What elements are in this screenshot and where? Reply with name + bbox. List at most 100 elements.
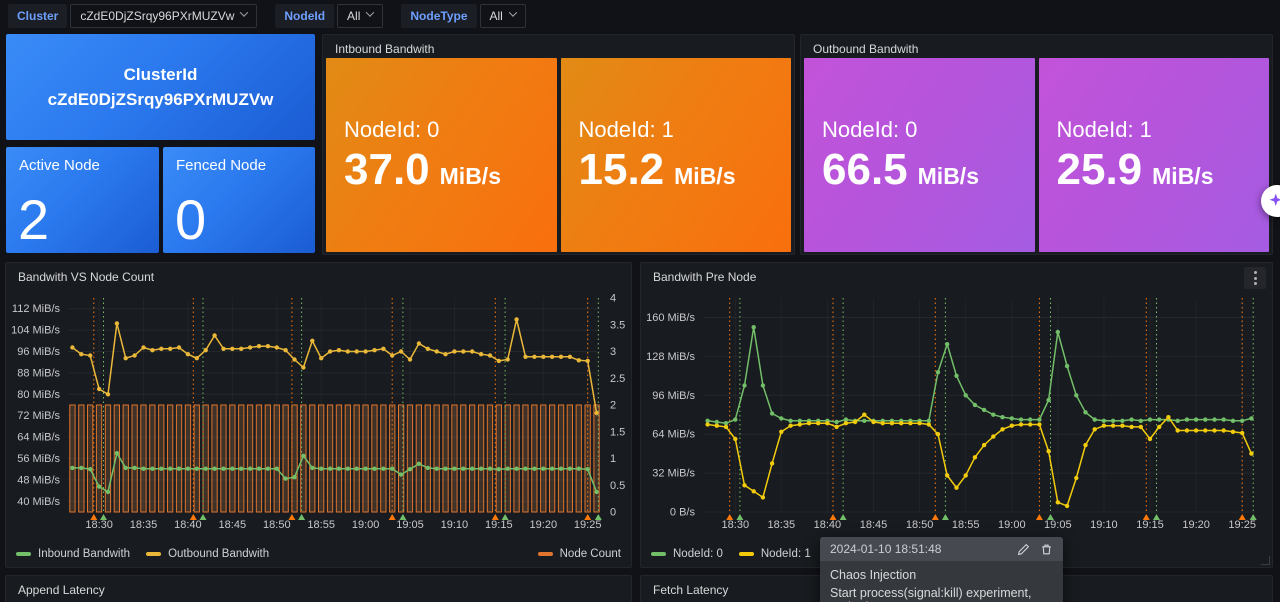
bandwidth-vs-nodecount-legend: Inbound Bandwith Outbound Bandwith Node Co… [16,548,621,560]
outbound-node0-stat: NodeId: 0 66.5 MiB/s [804,58,1035,252]
inbound-node1-stat: NodeId: 1 15.2 MiB/s [561,58,792,252]
legend-item[interactable]: NodeId: 0 [651,548,723,560]
inbound-node0-value: 37.0 [344,145,430,196]
inbound-node1-value: 15.2 [579,145,665,196]
svg-text:18:30: 18:30 [722,519,750,531]
bandwidth-vs-nodecount-chart[interactable]: 40 MiB/s48 MiB/s56 MiB/s64 MiB/s72 MiB/s… [6,288,631,542]
svg-text:19:05: 19:05 [396,519,424,531]
svg-text:3: 3 [610,346,616,358]
svg-text:160 MiB/s: 160 MiB/s [646,312,695,324]
annotation-title: Chaos Injection [830,568,1053,582]
inbound-node1-label: NodeId: 1 [579,115,792,145]
bandwidth-per-node-panel: Bandwith Pre Node 0 B/s 32 MiB/s 64 MiB/s 9… [640,262,1273,568]
outbound-stat-row: NodeId: 0 66.5 MiB/s NodeId: 1 25.9 MiB/… [804,58,1269,252]
legend-color-dash [651,552,666,556]
svg-text:0 B/s: 0 B/s [670,507,696,519]
svg-text:2: 2 [610,400,616,412]
svg-text:19:20: 19:20 [530,519,558,531]
sparkle-icon [1267,191,1280,211]
inbound-node0-unit: MiB/s [440,163,501,190]
annotation-text: Start process(signal:kill) experiment, n… [830,586,1053,602]
svg-text:19:25: 19:25 [1228,519,1256,531]
svg-text:18:50: 18:50 [263,519,291,531]
fenced-node-label: Fenced Node [176,157,266,174]
svg-text:64 MiB/s: 64 MiB/s [17,432,60,444]
svg-text:4: 4 [610,293,616,305]
svg-text:56 MiB/s: 56 MiB/s [17,453,60,465]
chevron-down-icon [366,8,374,16]
svg-text:19:15: 19:15 [1136,519,1164,531]
svg-text:96 MiB/s: 96 MiB/s [17,346,60,358]
svg-text:40 MiB/s: 40 MiB/s [17,496,60,508]
svg-text:0.5: 0.5 [610,480,625,492]
svg-text:32 MiB/s: 32 MiB/s [652,468,695,480]
svg-text:19:10: 19:10 [441,519,469,531]
fenced-node-stat-panel: Fenced Node 0 [163,147,315,253]
outbound-node1-stat: NodeId: 1 25.9 MiB/s [1039,58,1270,252]
legend-item[interactable]: Inbound Bandwith [16,548,130,560]
svg-text:112 MiB/s: 112 MiB/s [12,303,61,315]
variable-nodetype: NodeType All [401,4,525,28]
nodetype-variable-select[interactable]: All [480,4,526,28]
inbound-panel-title[interactable]: Intbound Bandwith [323,35,794,56]
svg-text:18:40: 18:40 [814,519,842,531]
panel-resize-handle[interactable] [1261,556,1270,565]
svg-text:19:05: 19:05 [1044,519,1072,531]
bandwidth-per-node-title[interactable]: Bandwith Pre Node [641,263,1272,284]
svg-text:18:55: 18:55 [952,519,980,531]
edit-annotation-pencil-icon[interactable] [1017,543,1030,556]
svg-text:19:00: 19:00 [998,519,1026,531]
svg-text:19:00: 19:00 [352,519,380,531]
svg-text:19:10: 19:10 [1090,519,1118,531]
append-latency-panel: Append Latency [5,575,632,602]
inbound-node0-label: NodeId: 0 [344,115,557,145]
svg-text:18:45: 18:45 [860,519,888,531]
outbound-node1-unit: MiB/s [1152,163,1213,190]
outbound-node1-value: 25.9 [1057,145,1143,196]
bandwidth-per-node-chart[interactable]: 0 B/s32 MiB/s64 MiB/s96 MiB/s128 MiB/s16… [641,288,1272,542]
svg-text:19:15: 19:15 [485,519,513,531]
svg-text:0: 0 [610,507,616,519]
svg-text:88 MiB/s: 88 MiB/s [17,367,60,379]
legend-color-dash [538,552,553,556]
panel-menu-kebab-icon[interactable] [1244,267,1266,289]
svg-text:1: 1 [610,453,616,465]
outbound-panel-title[interactable]: Outbound Bandwith [801,35,1272,56]
nodeid-variable-select[interactable]: All [337,4,383,28]
cluster-variable-select[interactable]: cZdE0DjZSrqy96PXrMUZVw [70,4,257,28]
fenced-node-value: 0 [175,189,206,251]
append-latency-title[interactable]: Append Latency [6,576,631,597]
inbound-node1-unit: MiB/s [674,163,735,190]
variable-cluster: Cluster cZdE0DjZSrqy96PXrMUZVw [8,4,257,28]
variable-nodeid: NodeId All [275,4,383,28]
svg-text:48 MiB/s: 48 MiB/s [17,474,60,486]
outbound-node1-label: NodeId: 1 [1057,115,1270,145]
svg-text:19:25: 19:25 [574,519,602,531]
outbound-node0-unit: MiB/s [918,163,979,190]
svg-text:18:35: 18:35 [768,519,796,531]
legend-item[interactable]: Outbound Bandwith [146,548,269,560]
svg-text:104 MiB/s: 104 MiB/s [11,325,60,337]
clusterid-value: cZdE0DjZSrqy96PXrMUZVw [48,87,274,113]
annotation-tooltip-body: Chaos Injection Start process(signal:kil… [820,561,1063,602]
inbound-node0-stat: NodeId: 0 37.0 MiB/s [326,58,557,252]
nodetype-variable-label: NodeType [401,4,476,28]
legend-item[interactable]: Node Count [538,548,621,560]
delete-annotation-trash-icon[interactable] [1040,543,1053,556]
bandwidth-vs-nodecount-title[interactable]: Bandwith VS Node Count [6,263,631,284]
svg-text:3.5: 3.5 [610,319,625,331]
legend-color-dash [146,552,161,556]
svg-text:64 MiB/s: 64 MiB/s [652,429,695,441]
svg-text:19:20: 19:20 [1182,519,1210,531]
outbound-node0-value: 66.5 [822,145,908,196]
inbound-bandwidth-panel: Intbound Bandwith NodeId: 0 37.0 MiB/s N… [322,34,795,255]
svg-text:96 MiB/s: 96 MiB/s [652,390,695,402]
legend-item[interactable]: NodeId: 1 [739,548,811,560]
svg-text:18:45: 18:45 [219,519,247,531]
variables-bar: Cluster cZdE0DjZSrqy96PXrMUZVw NodeId Al… [0,0,1280,31]
svg-text:2.5: 2.5 [610,373,625,385]
svg-text:18:55: 18:55 [307,519,335,531]
svg-text:18:35: 18:35 [130,519,158,531]
legend-color-dash [739,552,754,556]
nodeid-variable-label: NodeId [275,4,334,28]
